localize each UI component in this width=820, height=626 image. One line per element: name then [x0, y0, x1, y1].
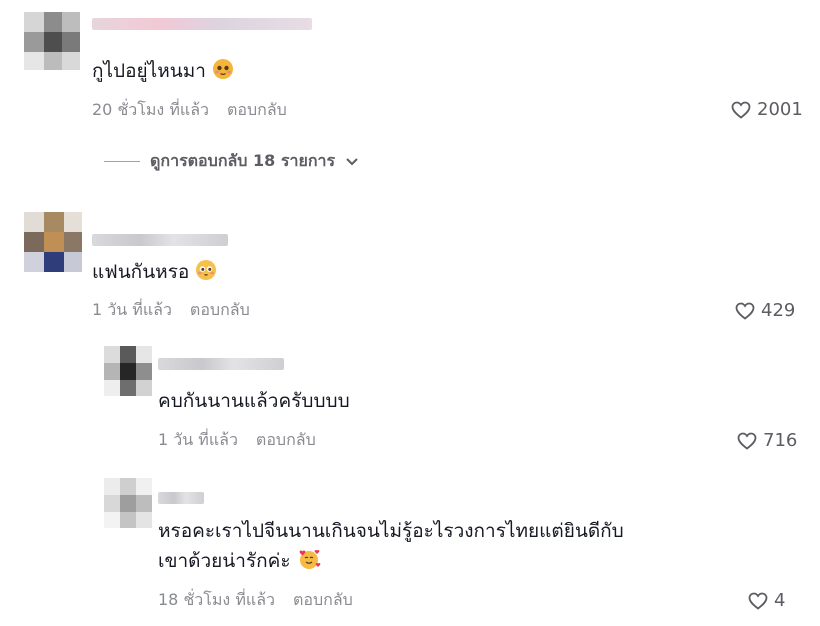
divider-line — [104, 161, 140, 162]
like-button[interactable]: 429 — [735, 300, 795, 321]
reply-button[interactable]: ตอบกลับ — [293, 590, 353, 609]
heart-icon — [748, 592, 768, 610]
like-count: 4 — [774, 590, 786, 611]
like-count: 429 — [761, 300, 796, 321]
like-button[interactable]: 716 — [737, 430, 797, 451]
like-count: 716 — [763, 430, 798, 451]
comment-text-line: หรอคะเราไปจีนนานเกินจนไม่รู้อะไรวงการไทย… — [158, 520, 624, 542]
reply-button[interactable]: ตอบกลับ — [256, 430, 316, 449]
username-blurred[interactable] — [158, 492, 204, 504]
username-blurred[interactable] — [92, 234, 228, 246]
face-emoji — [212, 59, 233, 79]
timestamp: 18 ชั่วโมง ที่แล้ว — [158, 590, 275, 609]
chevron-down-icon — [346, 157, 358, 165]
timestamp: 20 ชั่วโมง ที่แล้ว — [92, 100, 209, 119]
comment-meta: 1 วัน ที่แล้ว ตอบกลับ — [158, 428, 316, 453]
timestamp: 1 วัน ที่แล้ว — [92, 300, 172, 319]
avatar[interactable] — [24, 212, 82, 272]
comment-text: หรอคะเราไปจีนนานเกินจนไม่รู้อะไรวงการไทย… — [158, 516, 624, 576]
comment-text: กูไปอยู่ไหนมา — [92, 56, 234, 86]
like-button[interactable]: 4 — [748, 590, 785, 611]
avatar[interactable] — [104, 478, 152, 528]
comment-text: คบกันนานแล้วครับบบบ — [158, 390, 350, 412]
heart-icon — [735, 302, 755, 320]
like-button[interactable]: 2001 — [731, 99, 803, 120]
view-replies-button[interactable]: ดูการตอบกลับ 18 รายการ — [104, 149, 359, 174]
reply-button[interactable]: ตอบกลับ — [227, 100, 287, 119]
heart-icon — [737, 432, 757, 450]
heart-icon — [731, 101, 751, 119]
like-count: 2001 — [757, 99, 803, 120]
timestamp: 1 วัน ที่แล้ว — [158, 430, 238, 449]
comment-meta: 20 ชั่วโมง ที่แล้ว ตอบกลับ — [92, 98, 287, 123]
avatar[interactable] — [104, 346, 152, 396]
comment-text-line: เขาด้วยน่ารักค่ะ — [158, 546, 624, 576]
comment-text: แฟนกันหรอ — [92, 257, 217, 287]
username-blurred[interactable] — [92, 18, 312, 30]
comment-meta: 18 ชั่วโมง ที่แล้ว ตอบกลับ — [158, 588, 353, 613]
face-emoji — [196, 260, 217, 280]
avatar[interactable] — [24, 12, 80, 70]
reply-button[interactable]: ตอบกลับ — [190, 300, 250, 319]
smiling-face-with-hearts-emoji — [299, 550, 320, 569]
comment-meta: 1 วัน ที่แล้ว ตอบกลับ — [92, 298, 250, 323]
username-blurred[interactable] — [158, 358, 284, 370]
view-replies-label: ดูการตอบกลับ 18 รายการ — [150, 151, 336, 170]
